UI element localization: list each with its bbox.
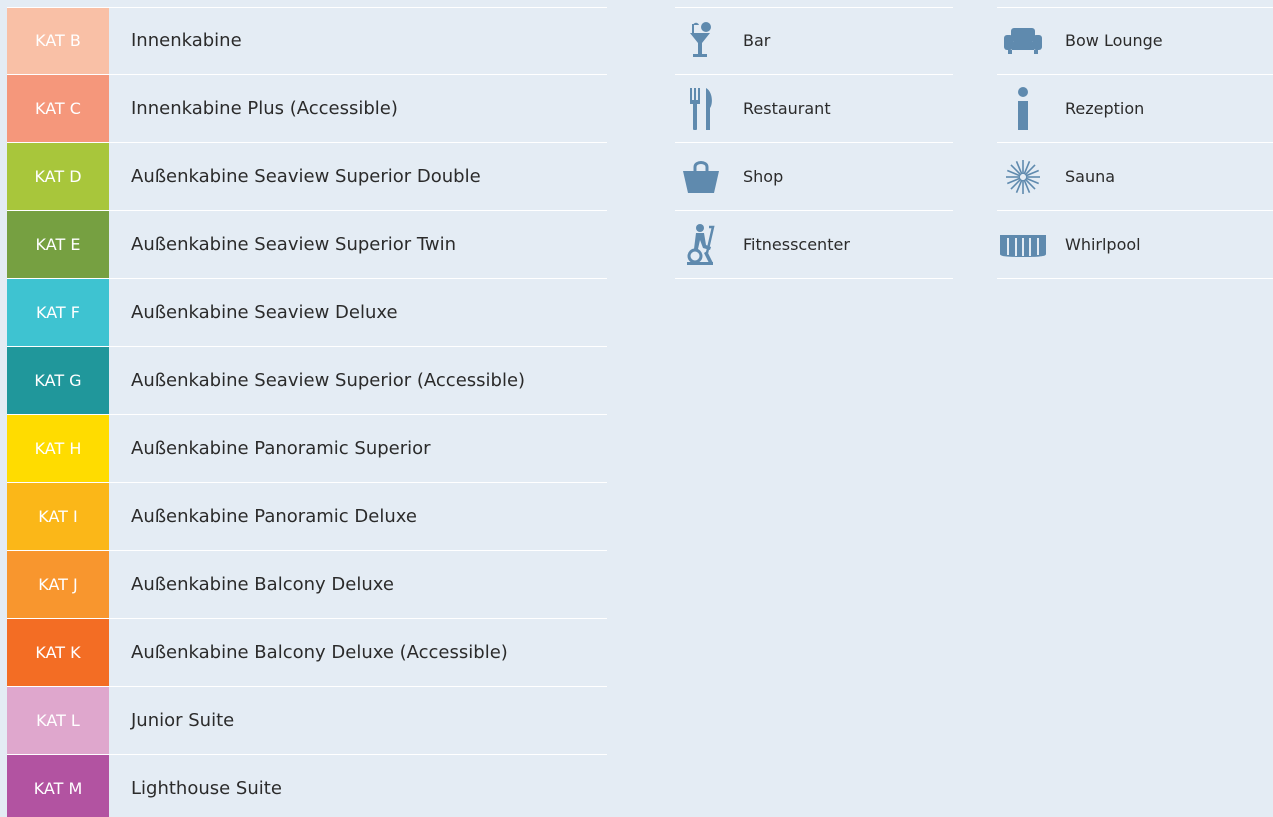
amenity-column-left: Bar Restaurant Shop Fitnesscenter <box>675 7 953 279</box>
category-badge: KAT B <box>7 7 109 74</box>
cutlery-icon <box>675 86 727 132</box>
amenity-label: Fitnesscenter <box>743 235 850 254</box>
amenity-row-whirlpool: Whirlpool <box>997 211 1273 279</box>
category-badge: KAT H <box>7 415 109 482</box>
category-badge: KAT E <box>7 211 109 278</box>
category-badge: KAT M <box>7 755 109 817</box>
cabin-category-list: KAT B Innenkabine KAT C Innenkabine Plus… <box>7 7 607 817</box>
category-row-kat-i: KAT I Außenkabine Panoramic Deluxe <box>7 483 607 551</box>
category-label: Außenkabine Seaview Superior (Accessible… <box>131 370 526 391</box>
amenity-row-shop: Shop <box>675 143 953 211</box>
category-label: Lighthouse Suite <box>131 778 282 799</box>
category-row-kat-e: KAT E Außenkabine Seaview Superior Twin <box>7 211 607 279</box>
category-badge: KAT G <box>7 347 109 414</box>
whirlpool-tub-icon <box>997 222 1049 268</box>
amenity-column-right: Bow Lounge Rezeption Sauna Whirlpool <box>997 7 1273 279</box>
shopping-bag-icon <box>675 154 727 200</box>
category-row-kat-m: KAT M Lighthouse Suite <box>7 755 607 817</box>
amenity-row-sauna: Sauna <box>997 143 1273 211</box>
amenity-label: Bow Lounge <box>1065 31 1163 50</box>
armchair-icon <box>997 18 1049 64</box>
sauna-burst-icon <box>997 154 1049 200</box>
category-row-kat-f: KAT F Außenkabine Seaview Deluxe <box>7 279 607 347</box>
category-label: Innenkabine Plus (Accessible) <box>131 98 398 119</box>
category-row-kat-l: KAT L Junior Suite <box>7 687 607 755</box>
cocktail-icon <box>675 18 727 64</box>
category-badge: KAT K <box>7 619 109 686</box>
exercise-bike-icon <box>675 222 727 268</box>
category-badge: KAT L <box>7 687 109 754</box>
category-label: Innenkabine <box>131 30 242 51</box>
category-row-kat-d: KAT D Außenkabine Seaview Superior Doubl… <box>7 143 607 211</box>
category-badge: KAT C <box>7 75 109 142</box>
category-label: Junior Suite <box>131 710 235 731</box>
amenity-row-restaurant: Restaurant <box>675 75 953 143</box>
amenity-row-fitness: Fitnesscenter <box>675 211 953 279</box>
amenity-row-bar: Bar <box>675 7 953 75</box>
category-row-kat-g: KAT G Außenkabine Seaview Superior (Acce… <box>7 347 607 415</box>
legend-panel: KAT B Innenkabine KAT C Innenkabine Plus… <box>0 0 1273 817</box>
category-label: Außenkabine Panoramic Deluxe <box>131 506 417 527</box>
category-row-kat-k: KAT K Außenkabine Balcony Deluxe (Access… <box>7 619 607 687</box>
category-badge: KAT J <box>7 551 109 618</box>
category-label: Außenkabine Balcony Deluxe <box>131 574 394 595</box>
amenity-label: Shop <box>743 167 784 186</box>
category-label: Außenkabine Balcony Deluxe (Accessible) <box>131 642 508 663</box>
category-label: Außenkabine Seaview Deluxe <box>131 302 398 323</box>
category-label: Außenkabine Panoramic Superior <box>131 438 431 459</box>
amenity-label: Restaurant <box>743 99 831 118</box>
amenity-row-rezeption: Rezeption <box>997 75 1273 143</box>
category-row-kat-b: KAT B Innenkabine <box>7 7 607 75</box>
category-row-kat-h: KAT H Außenkabine Panoramic Superior <box>7 415 607 483</box>
amenity-label: Rezeption <box>1065 99 1145 118</box>
category-label: Außenkabine Seaview Superior Double <box>131 166 481 187</box>
category-badge: KAT D <box>7 143 109 210</box>
info-icon <box>997 86 1049 132</box>
category-label: Außenkabine Seaview Superior Twin <box>131 234 457 255</box>
category-row-kat-j: KAT J Außenkabine Balcony Deluxe <box>7 551 607 619</box>
category-badge: KAT F <box>7 279 109 346</box>
category-badge: KAT I <box>7 483 109 550</box>
category-row-kat-c: KAT C Innenkabine Plus (Accessible) <box>7 75 607 143</box>
amenity-row-bow-lounge: Bow Lounge <box>997 7 1273 75</box>
amenity-label: Whirlpool <box>1065 235 1141 254</box>
amenity-label: Sauna <box>1065 167 1116 186</box>
amenity-label: Bar <box>743 31 771 50</box>
